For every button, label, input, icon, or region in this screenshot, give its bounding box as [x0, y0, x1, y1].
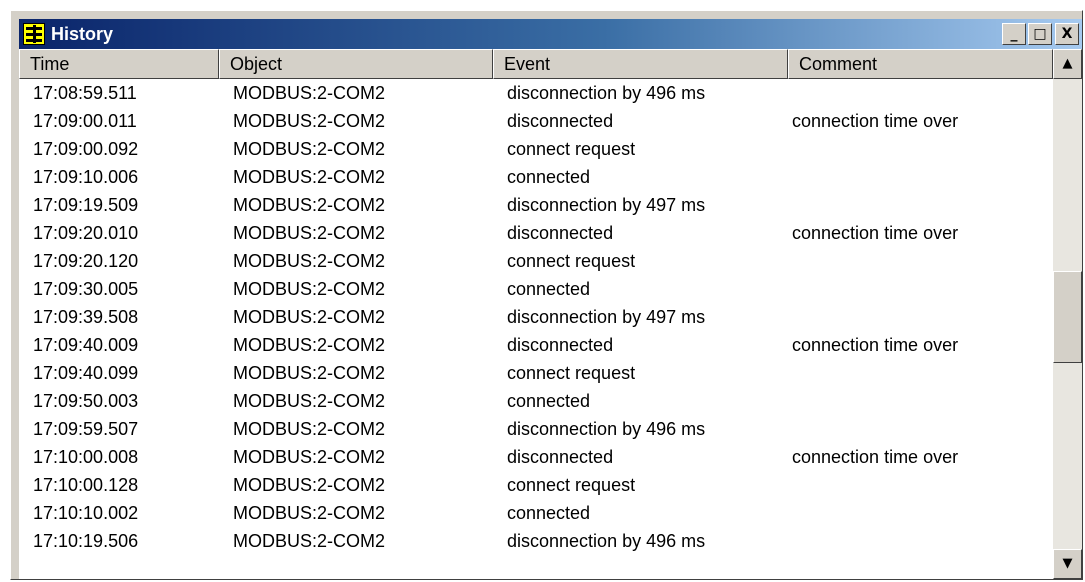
cell-event: connect request	[507, 475, 636, 495]
cell-object: MODBUS:2-COM2	[233, 279, 386, 299]
cell-time: 17:09:00.092	[33, 139, 139, 159]
table-row[interactable]: 17:09:40.009 MODBUS:2-COM2 disconnected con…	[19, 331, 1049, 359]
cell-object: MODBUS:2-COM2	[233, 475, 386, 495]
cell-object: MODBUS:2-COM2	[233, 363, 386, 383]
cell-event: disconnection by 497 ms	[507, 307, 706, 327]
cell-time: 17:09:39.508	[33, 307, 139, 327]
cell-object: MODBUS:2-COM2	[233, 447, 386, 467]
table-row[interactable]: 17:10:10.002 MODBUS:2-COM2 connected	[19, 499, 1049, 527]
cell-time: 17:09:40.099	[33, 363, 139, 383]
cell-time: 17:10:00.008	[33, 447, 139, 467]
column-header-event[interactable]: Event	[493, 49, 788, 79]
scroll-down-arrow-icon[interactable]: ▼	[1053, 549, 1082, 579]
cell-comment: connection time over	[792, 111, 959, 131]
scroll-up-arrow-icon[interactable]: ▲	[1053, 49, 1082, 79]
cell-time: 17:10:10.002	[33, 503, 139, 523]
cell-object: MODBUS:2-COM2	[233, 307, 386, 327]
cell-event: disconnection by 496 ms	[507, 83, 706, 103]
cell-event: disconnection by 496 ms	[507, 531, 706, 551]
table-row[interactable]: 17:08:59.511 MODBUS:2-COM2 disconnection b…	[19, 79, 1049, 107]
cell-object: MODBUS:2-COM2	[233, 335, 386, 355]
cell-event: connect request	[507, 363, 636, 383]
cell-object: MODBUS:2-COM2	[233, 419, 386, 439]
cell-object: MODBUS:2-COM2	[233, 195, 386, 215]
column-header-object[interactable]: Object	[219, 49, 493, 79]
table-row[interactable]: 17:09:10.006 MODBUS:2-COM2 connected	[19, 163, 1049, 191]
cell-time: 17:09:19.509	[33, 195, 139, 215]
cell-object: MODBUS:2-COM2	[233, 139, 386, 159]
cell-object: MODBUS:2-COM2	[233, 531, 386, 551]
title-bar[interactable]: History _ □ X	[19, 19, 1082, 49]
table-row[interactable]: 17:09:50.003 MODBUS:2-COM2 connected	[19, 387, 1049, 415]
cell-time: 17:09:50.003	[33, 391, 139, 411]
history-list[interactable]: Time Object Event Comment 17:08:59.511 MO…	[19, 49, 1082, 579]
cell-time: 17:08:59.511	[33, 83, 137, 103]
table-row[interactable]: 17:09:20.010 MODBUS:2-COM2 disconnected con…	[19, 219, 1049, 247]
list-body: 17:08:59.511 MODBUS:2-COM2 disconnection b…	[19, 79, 1049, 555]
cell-event: connected	[507, 391, 591, 411]
column-header-comment[interactable]: Comment	[788, 49, 1053, 79]
cell-time: 17:09:20.120	[33, 251, 139, 271]
cell-object: MODBUS:2-COM2	[233, 223, 386, 243]
table-row[interactable]: 17:10:19.506 MODBUS:2-COM2 disconnection b…	[19, 527, 1049, 555]
maximize-button[interactable]: □	[1028, 23, 1052, 45]
window-title: History	[51, 24, 114, 44]
cell-event: disconnected	[507, 335, 614, 355]
cell-object: MODBUS:2-COM2	[233, 83, 386, 103]
cell-event: connected	[507, 167, 591, 187]
cell-event: disconnected	[507, 111, 614, 131]
cell-time: 17:09:00.011	[33, 111, 137, 131]
cell-time: 17:09:10.006	[33, 167, 139, 187]
column-header-time[interactable]: Time	[19, 49, 219, 79]
cell-time: 17:09:59.507	[33, 419, 139, 439]
cell-comment: connection time over	[792, 223, 959, 243]
table-row[interactable]: 17:09:40.099 MODBUS:2-COM2 connect request	[19, 359, 1049, 387]
table-row[interactable]: 17:09:00.092 MODBUS:2-COM2 connect request	[19, 135, 1049, 163]
cell-event: disconnected	[507, 223, 614, 243]
table-row[interactable]: 17:09:19.509 MODBUS:2-COM2 disconnection b…	[19, 191, 1049, 219]
scroll-thumb[interactable]	[1053, 271, 1082, 363]
app-icon[interactable]	[23, 23, 45, 45]
minimize-button[interactable]: _	[1002, 23, 1026, 45]
cell-object: MODBUS:2-COM2	[233, 391, 386, 411]
cell-object: MODBUS:2-COM2	[233, 167, 386, 187]
cell-time: 17:09:40.009	[33, 335, 139, 355]
cell-time: 17:10:00.128	[33, 475, 139, 495]
cell-object: MODBUS:2-COM2	[233, 251, 386, 271]
cell-object: MODBUS:2-COM2	[233, 503, 386, 523]
table-row[interactable]: 17:09:39.508 MODBUS:2-COM2 disconnection b…	[19, 303, 1049, 331]
cell-event: disconnection by 496 ms	[507, 419, 706, 439]
cell-event: connect request	[507, 251, 636, 271]
cell-comment: connection time over	[792, 447, 959, 467]
table-row[interactable]: 17:09:00.011 MODBUS:2-COM2 disconnected con…	[19, 107, 1049, 135]
cell-event: connected	[507, 279, 591, 299]
cell-event: connected	[507, 503, 591, 523]
cell-event: disconnection by 497 ms	[507, 195, 706, 215]
table-row[interactable]: 17:10:00.128 MODBUS:2-COM2 connect request	[19, 471, 1049, 499]
vertical-scrollbar[interactable]: ▲ ▼	[1053, 49, 1082, 579]
cell-time: 17:10:19.506	[33, 531, 139, 551]
cell-comment: connection time over	[792, 335, 959, 355]
table-row[interactable]: 17:10:00.008 MODBUS:2-COM2 disconnected con…	[19, 443, 1049, 471]
cell-time: 17:09:30.005	[33, 279, 139, 299]
table-row[interactable]: 17:09:20.120 MODBUS:2-COM2 connect request	[19, 247, 1049, 275]
table-row[interactable]: 17:09:59.507 MODBUS:2-COM2 disconnection b…	[19, 415, 1049, 443]
list-header: Time Object Event Comment	[19, 49, 1053, 79]
history-window: History _ □ X Time Object Event Comment …	[10, 10, 1083, 580]
cell-object: MODBUS:2-COM2	[233, 111, 386, 131]
cell-event: disconnected	[507, 447, 614, 467]
cell-event: connect request	[507, 139, 636, 159]
cell-time: 17:09:20.010	[33, 223, 139, 243]
table-row[interactable]: 17:09:30.005 MODBUS:2-COM2 connected	[19, 275, 1049, 303]
close-button[interactable]: X	[1055, 23, 1079, 45]
